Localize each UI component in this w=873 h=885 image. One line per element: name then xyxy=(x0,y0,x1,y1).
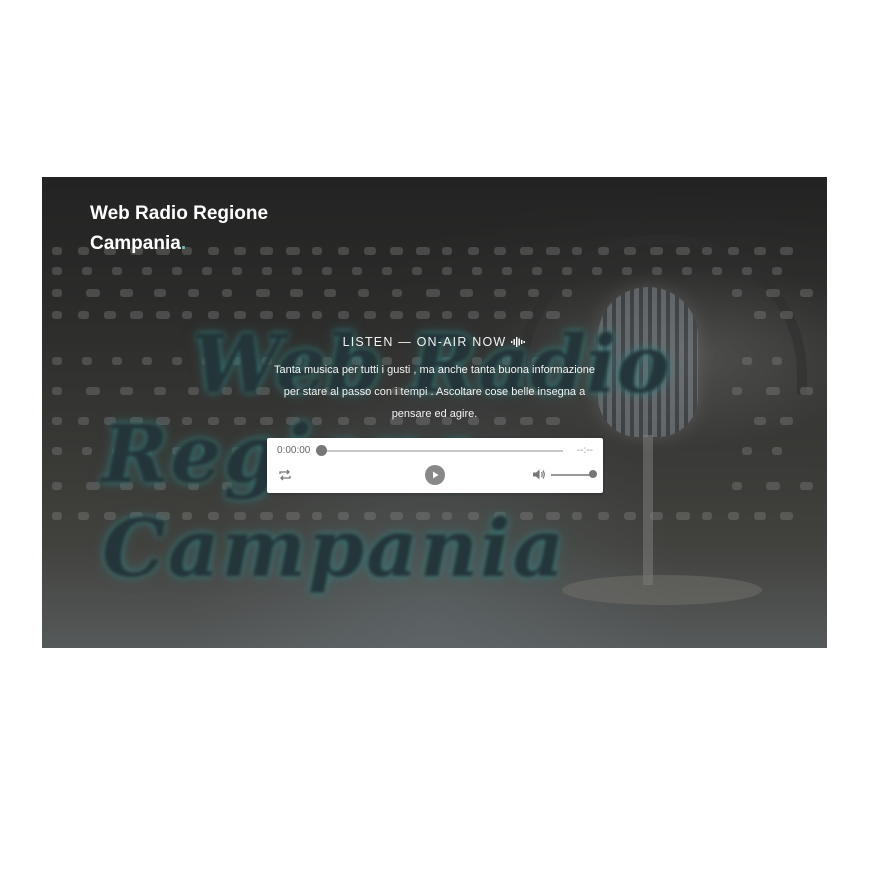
site-title[interactable]: Web Radio Regione Campania. xyxy=(90,199,310,259)
site-title-text: Web Radio Regione Campania xyxy=(90,203,269,254)
hero-section: Web Radio Regione Campania Web Radio Reg… xyxy=(42,177,827,648)
audio-player[interactable]: 0:00:00 --:-- xyxy=(267,438,603,493)
current-time: 0:00:00 xyxy=(277,445,311,456)
hero-description: Tanta musica per tutti i gusti , ma anch… xyxy=(273,364,595,420)
volume-icon[interactable] xyxy=(532,468,546,481)
listen-heading: LISTEN — ON-AIR NOW xyxy=(343,335,527,349)
hero-content: LISTEN — ON-AIR NOW Tanta musica per tut… xyxy=(272,333,597,425)
play-icon xyxy=(433,471,439,479)
volume-slider-track[interactable] xyxy=(551,474,591,476)
site-title-dot: . xyxy=(180,233,187,254)
listen-label: LISTEN — ON-AIR NOW xyxy=(342,335,507,349)
progress-track[interactable] xyxy=(319,450,563,452)
play-button[interactable] xyxy=(425,465,445,485)
duration-time: --:-- xyxy=(576,445,593,456)
loop-icon[interactable] xyxy=(278,468,292,482)
audio-wave-icon xyxy=(511,337,526,347)
progress-handle[interactable] xyxy=(316,445,327,456)
volume-slider-handle[interactable] xyxy=(589,470,597,478)
